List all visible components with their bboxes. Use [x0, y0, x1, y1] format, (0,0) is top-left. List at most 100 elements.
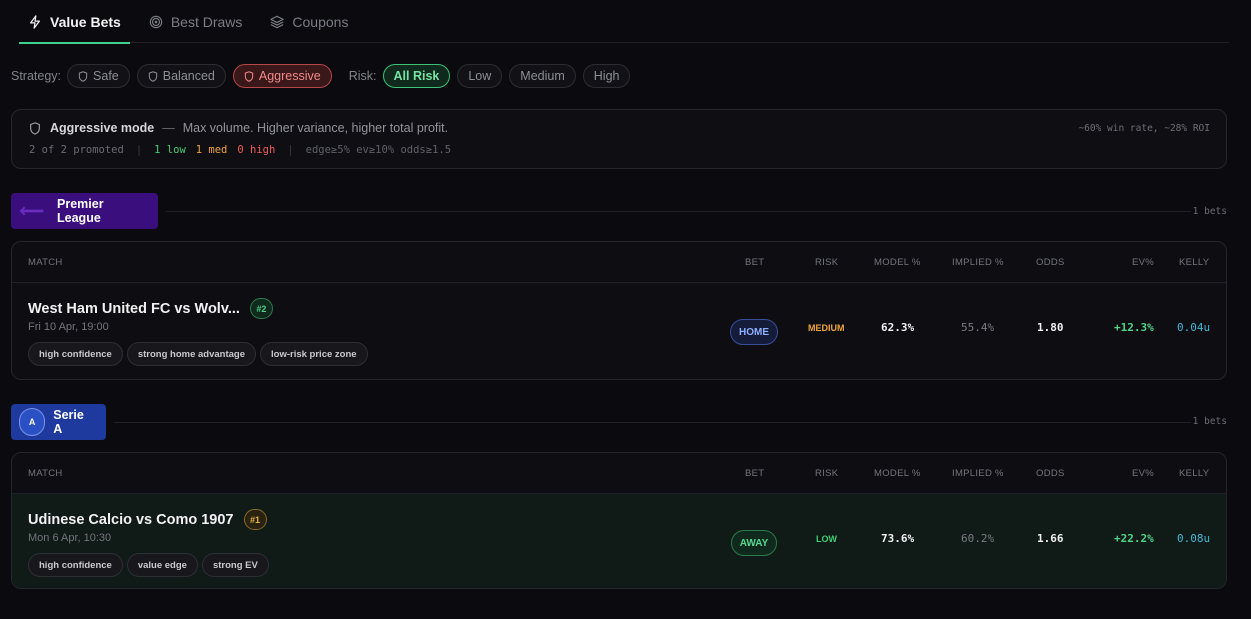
tag-list: high confidence strong home advantage lo…: [28, 342, 368, 366]
shield-icon: [78, 70, 88, 82]
match-date: Fri 10 Apr, 19:00: [28, 321, 109, 333]
bet-badge: AWAY: [731, 530, 777, 556]
pill-label: Aggressive: [258, 69, 321, 83]
high-count: 0 high: [237, 144, 276, 156]
strategy-balanced-button[interactable]: Balanced: [136, 64, 226, 88]
promotion-summary: 2 of 2 promoted | 1 low 1 med 0 high | e…: [29, 144, 451, 156]
serie-a-logo-icon: A: [19, 408, 46, 436]
col-model: MODEL %: [874, 468, 921, 479]
risk-level: MEDIUM: [808, 323, 845, 333]
match-title: Udinese Calcio vs Como 1907 #1: [28, 509, 267, 530]
tag: value edge: [126, 553, 198, 577]
mode-info-panel: Aggressive mode — Max volume. Higher var…: [11, 109, 1227, 169]
col-implied: IMPLIED %: [952, 468, 1004, 479]
mode-dash: —: [162, 121, 175, 135]
ev-percent: +12.3%: [1114, 321, 1154, 334]
divider: |: [135, 144, 143, 156]
tag: strong home advantage: [126, 342, 257, 366]
strategy-aggressive-button[interactable]: Aggressive: [232, 64, 332, 88]
match-date: Mon 6 Apr, 10:30: [28, 532, 112, 544]
table-row[interactable]: Udinese Calcio vs Como 1907 #1 Mon 6 Apr…: [12, 494, 1226, 588]
filter-row: Strategy: Safe Balanced Aggressive Risk:…: [11, 63, 637, 89]
table-header: MATCH BET RISK MODEL % IMPLIED % ODDS EV…: [12, 242, 1226, 283]
league-name: Premier League: [57, 197, 104, 225]
odds-value: 1.66: [1037, 532, 1064, 545]
model-percent: 73.6%: [881, 532, 915, 545]
thresholds: edge≥5% ev≥10% odds≥1.5: [305, 144, 452, 156]
promoted-count: 2 of 2 promoted: [29, 144, 124, 156]
col-bet: BET: [745, 468, 765, 479]
shield-icon: [30, 121, 40, 135]
logo-text: A: [28, 417, 36, 427]
risk-label: Risk:: [348, 69, 377, 83]
target-icon: [149, 15, 163, 28]
mode-title: Aggressive mode: [50, 121, 155, 135]
tab-label: Best Draws: [170, 13, 243, 30]
odds-value: 1.80: [1037, 321, 1064, 334]
col-ev: EV%: [1132, 468, 1155, 479]
tab-label: Value Bets: [50, 13, 121, 30]
tag: high confidence: [28, 553, 123, 577]
league-header-premier-league[interactable]: Premier League: [11, 193, 158, 229]
med-count: 1 med: [195, 144, 228, 156]
rank-badge: #2: [249, 298, 273, 319]
rank-badge: #1: [243, 509, 267, 530]
col-kelly: KELLY: [1179, 257, 1210, 268]
tab-bar: Value Bets Best Draws Coupons: [19, 0, 1229, 44]
layers-icon: [270, 15, 285, 28]
pill-label: Safe: [93, 69, 119, 83]
col-odds: ODDS: [1036, 257, 1065, 268]
tag: strong EV: [201, 553, 269, 577]
kelly-stake: 0.04u: [1177, 321, 1211, 334]
risk-low-button[interactable]: Low: [457, 64, 503, 88]
bet-count: 1 bets: [1192, 206, 1227, 217]
col-risk: RISK: [815, 257, 839, 268]
risk-all-button[interactable]: All Risk: [382, 64, 451, 88]
league-header-serie-a[interactable]: A Serie A: [11, 404, 106, 440]
strategy-safe-button[interactable]: Safe: [67, 64, 130, 88]
tag-list: high confidence value edge strong EV: [28, 553, 269, 577]
col-match: MATCH: [28, 468, 63, 479]
pill-label: Medium: [520, 69, 565, 83]
ev-percent: +22.2%: [1114, 532, 1154, 545]
pill-label: Balanced: [162, 69, 215, 83]
bets-table-premier-league: MATCH BET RISK MODEL % IMPLIED % ODDS EV…: [11, 241, 1227, 380]
league-name: Serie A: [53, 408, 84, 436]
model-percent: 62.3%: [881, 321, 915, 334]
bolt-icon: [30, 14, 40, 29]
kelly-stake: 0.08u: [1177, 532, 1211, 545]
tab-coupons[interactable]: Coupons: [261, 0, 357, 43]
pill-label: All Risk: [393, 69, 440, 83]
col-risk: RISK: [815, 468, 839, 479]
match-title: West Ham United FC vs Wolv... #2: [28, 298, 273, 319]
risk-high-button[interactable]: High: [582, 64, 631, 88]
divider: [166, 211, 1191, 212]
low-count: 1 low: [154, 144, 186, 156]
premier-league-logo-icon: [19, 206, 44, 216]
col-bet: BET: [745, 257, 765, 268]
table-header: MATCH BET RISK MODEL % IMPLIED % ODDS EV…: [12, 453, 1226, 494]
shield-icon: [244, 70, 254, 82]
col-odds: ODDS: [1036, 468, 1065, 479]
table-row[interactable]: West Ham United FC vs Wolv... #2 Fri 10 …: [12, 283, 1226, 379]
tab-best-draws[interactable]: Best Draws: [140, 0, 252, 43]
bets-table-serie-a: MATCH BET RISK MODEL % IMPLIED % ODDS EV…: [11, 452, 1227, 589]
col-implied: IMPLIED %: [952, 257, 1004, 268]
tab-label: Coupons: [292, 13, 349, 30]
risk-level: LOW: [816, 534, 837, 544]
col-ev: EV%: [1132, 257, 1155, 268]
pill-label: High: [593, 69, 620, 83]
col-kelly: KELLY: [1179, 468, 1210, 479]
implied-percent: 60.2%: [961, 532, 995, 545]
match-name: West Ham United FC vs Wolv...: [28, 300, 240, 317]
col-match: MATCH: [28, 257, 63, 268]
mode-description: Max volume. Higher variance, higher tota…: [182, 121, 449, 135]
mode-info-header: Aggressive mode — Max volume. Higher var…: [29, 121, 448, 135]
match-name: Udinese Calcio vs Como 1907: [28, 511, 234, 528]
col-model: MODEL %: [874, 257, 921, 268]
tab-value-bets[interactable]: Value Bets: [19, 0, 130, 44]
divider: [114, 422, 1191, 423]
bet-badge: HOME: [730, 319, 778, 345]
strategy-label: Strategy:: [11, 69, 62, 83]
risk-medium-button[interactable]: Medium: [509, 64, 576, 88]
